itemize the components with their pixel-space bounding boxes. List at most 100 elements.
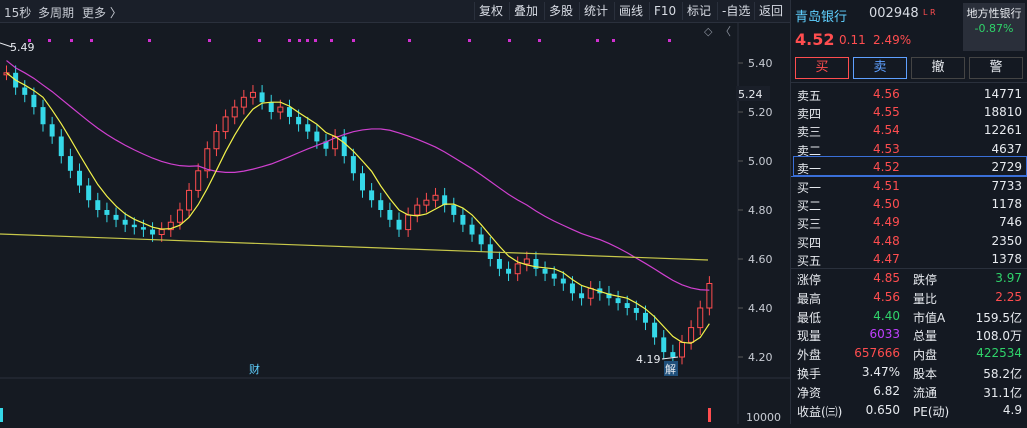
candle-body[interactable] [478,234,484,245]
back-button[interactable]: 返回 [754,2,787,20]
alert-button[interactable]: 警 [969,57,1023,79]
candle-body[interactable] [405,214,412,231]
candle-body[interactable] [652,322,658,338]
candle-body[interactable] [642,312,648,323]
candle-body[interactable] [314,131,320,142]
candle-body[interactable] [423,199,430,206]
candle-body[interactable] [615,298,621,304]
candle-body[interactable] [222,116,229,133]
candle-body[interactable] [661,337,667,353]
candle-body[interactable] [259,92,265,103]
candle-body[interactable] [268,102,274,112]
candle-body[interactable] [305,124,311,132]
candle-body[interactable] [670,352,676,357]
candle-body[interactable] [506,268,512,274]
ask-row[interactable]: 卖四 4.55 18810 [791,103,1027,121]
candle-body[interactable] [706,283,713,309]
candle-body[interactable] [186,189,193,211]
candle-body[interactable] [569,283,575,294]
candle-body[interactable] [378,200,384,210]
candle-body[interactable] [140,227,146,230]
bid-row[interactable]: 买二 4.50 1178 [791,195,1027,213]
candle-body[interactable] [296,116,302,125]
candle-body[interactable] [414,204,421,216]
ask-row[interactable]: 卖五 4.56 14771 [791,85,1027,103]
statistics-button[interactable]: 统计 [579,2,612,20]
candle-body[interactable] [579,293,585,299]
candle-body[interactable] [49,124,55,137]
candle-body[interactable] [542,268,548,274]
unlock-marker[interactable]: 解 [665,362,676,376]
candle-body[interactable] [231,106,238,118]
candle-body[interactable] [286,107,292,117]
more-button[interactable]: 更多 〉 [82,4,122,21]
candle-body[interactable] [360,173,365,191]
candle-body[interactable] [40,107,46,125]
bid-row[interactable]: 买五 4.47 1378 [791,250,1027,268]
draw-line-button[interactable]: 画线 [614,2,647,20]
period-selector[interactable]: 15秒 [4,4,31,21]
overlay-button[interactable]: 叠加 [509,2,542,20]
candle-body[interactable] [432,194,439,201]
candle-body[interactable] [697,307,704,329]
candle-body[interactable] [688,327,695,343]
candle-body[interactable] [86,185,92,201]
candle-body[interactable] [369,190,375,201]
candle-body[interactable] [104,210,110,215]
candle-body[interactable] [469,224,475,235]
candle-body[interactable] [204,148,211,172]
bid-row[interactable]: 买三 4.49 746 [791,213,1027,231]
kline-chart-area[interactable]: 5.49 4.19 财 解 5.40 5.20 5.00 4.80 4.60 4.40 4.… [0,23,790,424]
candle-body[interactable] [249,91,256,98]
sell-button[interactable]: 卖 [853,57,907,79]
candle-body[interactable] [240,96,247,108]
candle-body[interactable] [451,205,457,215]
diamond-icon[interactable]: ◇ [704,25,713,38]
ask-row[interactable]: 卖三 4.54 12261 [791,121,1027,139]
candle-body[interactable] [31,94,37,108]
candle-body[interactable] [58,136,64,157]
candle-body[interactable] [122,219,128,225]
multi-period-button[interactable]: 多周期 [38,4,74,21]
ask-row[interactable]: 卖二 4.53 4637 [791,140,1027,158]
candle-body[interactable] [396,219,402,230]
candle-body[interactable] [624,303,630,308]
candle-body[interactable] [22,87,28,95]
candle-body[interactable] [67,156,73,171]
candle-body[interactable] [77,170,83,186]
candle-body[interactable] [176,209,183,223]
candle-body[interactable] [131,224,137,228]
bid-row[interactable]: 买一 4.51 7733 [791,177,1027,195]
multi-stock-button[interactable]: 多股 [544,2,577,20]
candle-body[interactable] [633,308,639,313]
candle-body[interactable] [551,273,557,279]
candle-body[interactable] [460,214,466,225]
candle-body[interactable] [523,258,530,265]
candle-body[interactable] [678,341,685,358]
candle-body[interactable] [95,200,101,210]
financial-report-marker[interactable]: 财 [249,362,260,376]
candle-body[interactable] [514,263,521,275]
candle-body[interactable] [341,136,347,157]
candle-body[interactable] [387,210,393,220]
cancel-order-button[interactable]: 撤 [911,57,965,79]
chevron-left-icon[interactable]: 〈 [720,25,731,38]
f10-button[interactable]: F10 [649,2,680,20]
candle-body[interactable] [496,259,502,269]
sector-badge[interactable]: 地方性银行 -0.87% [963,3,1025,51]
bid-row[interactable]: 买四 4.48 2350 [791,232,1027,250]
candle-body[interactable] [195,170,202,191]
candle-body[interactable] [158,229,165,236]
candle-body[interactable] [560,278,566,284]
adjust-button[interactable]: 复权 [474,2,507,20]
candle-body[interactable] [150,229,156,235]
candle-body[interactable] [350,156,356,174]
buy-button[interactable]: 买 [795,57,849,79]
candle-body[interactable] [213,131,220,150]
candle-body[interactable] [587,287,594,299]
candle-body[interactable] [113,214,119,220]
kline-chart[interactable]: 5.49 4.19 财 解 5.40 5.20 5.00 4.80 4.60 4.40 4.… [0,23,790,424]
mark-button[interactable]: 标记 [682,2,715,20]
candle-body[interactable] [277,106,284,113]
remove-watchlist-button[interactable]: -自选 [717,2,754,20]
